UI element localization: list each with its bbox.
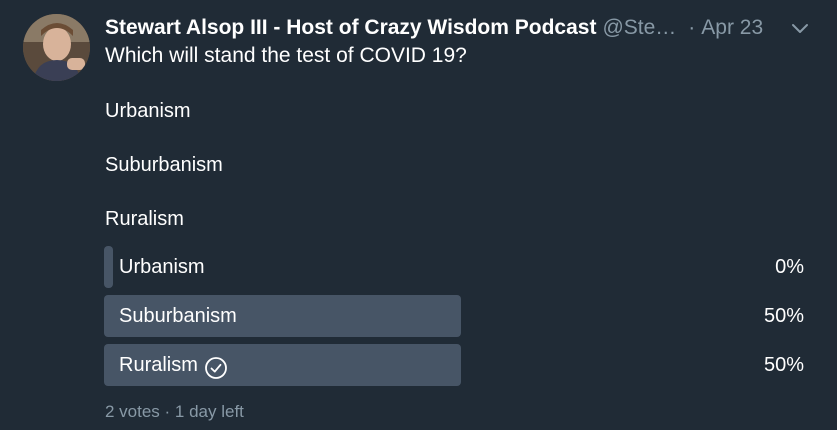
- tweet-date[interactable]: Apr 23: [701, 16, 763, 40]
- tweet-text: Which will stand the test of COVID 19?: [105, 44, 467, 67]
- separator: ·: [688, 16, 696, 39]
- poll-option-percent: 50%: [763, 354, 804, 376]
- choice-text: Ruralism: [105, 208, 184, 230]
- poll-option-label: Suburbanism: [119, 295, 237, 337]
- poll-footer: 2 votes · 1 day left: [105, 402, 244, 421]
- poll-option-label: Ruralism: [119, 344, 228, 386]
- avatar[interactable]: [23, 14, 90, 81]
- choice-text: Urbanism: [105, 100, 191, 122]
- poll-option-urbanism[interactable]: Urbanism 0%: [104, 246, 804, 288]
- poll-option-ruralism[interactable]: Ruralism 50%: [104, 344, 804, 386]
- choice-text: Suburbanism: [105, 154, 223, 176]
- poll-bar: [104, 246, 113, 288]
- poll-option-label: Urbanism: [119, 246, 205, 288]
- check-circle-icon: [204, 353, 228, 379]
- poll-option-suburbanism[interactable]: Suburbanism 50%: [104, 295, 804, 337]
- chevron-down-icon[interactable]: [787, 15, 813, 41]
- poll-option-text: Urbanism: [119, 256, 205, 278]
- tweet-header: Stewart Alsop III - Host of Crazy Wisdom…: [105, 13, 813, 43]
- author-name[interactable]: Stewart Alsop III - Host of Crazy Wisdom…: [105, 16, 596, 40]
- poll-option-text: Suburbanism: [119, 305, 237, 327]
- poll-option-percent: 50%: [763, 305, 804, 327]
- poll-option-text: Ruralism: [119, 354, 198, 376]
- author-handle[interactable]: @Ste…: [602, 16, 676, 40]
- poll-option-percent: 0%: [775, 256, 804, 278]
